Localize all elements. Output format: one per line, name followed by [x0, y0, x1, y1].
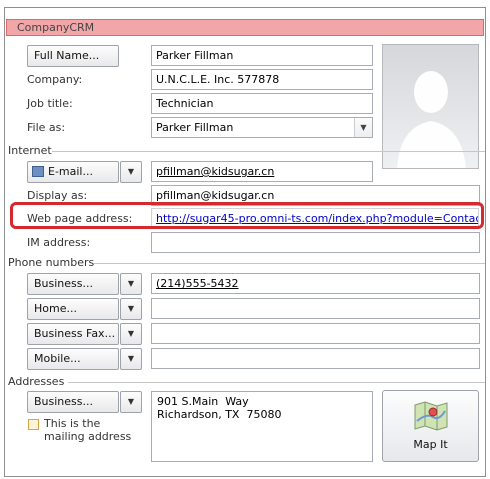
company-field[interactable]: U.N.C.L.E. Inc. 577878 — [151, 69, 373, 90]
map-icon — [414, 401, 447, 431]
phone-mobile-button[interactable]: Mobile... — [27, 348, 119, 370]
phone-home-dropdown[interactable]: ▼ — [120, 298, 142, 320]
company-label: Company: — [27, 73, 83, 86]
address-type-button[interactable]: Business... — [27, 391, 119, 413]
phone-mobile-dropdown[interactable]: ▼ — [120, 348, 142, 370]
chevron-down-icon: ▼ — [127, 279, 135, 288]
phone-business-fax-button[interactable]: Business Fax... — [27, 323, 119, 345]
file-as-value: Parker Fillman — [156, 121, 234, 134]
email-type-dropdown[interactable]: ▼ — [120, 161, 142, 183]
file-as-label: File as: — [27, 121, 66, 134]
display-as-label: Display as: — [27, 189, 88, 202]
im-address-field[interactable] — [151, 232, 480, 253]
map-it-button[interactable]: Map It — [382, 390, 479, 462]
phone-business-fax-field[interactable] — [151, 323, 480, 344]
phone-numbers-header: Phone numbers — [8, 256, 95, 269]
mailing-address-checkbox[interactable] — [28, 419, 39, 430]
phone-business-button[interactable]: Business... — [27, 273, 119, 295]
phone-divider — [94, 263, 485, 264]
email-button[interactable]: E-mail... — [27, 161, 119, 183]
mailing-address-label: This is the mailing address — [44, 417, 132, 443]
addresses-header: Addresses — [8, 375, 65, 388]
job-title-label: Job title: — [27, 97, 73, 110]
phone-business-fax-dropdown[interactable]: ▼ — [120, 323, 142, 345]
internet-header: Internet — [8, 144, 52, 157]
internet-divider — [52, 151, 485, 152]
addresses-divider — [68, 382, 485, 383]
chevron-down-icon: ▼ — [127, 304, 135, 313]
chevron-down-icon: ▼ — [127, 167, 135, 176]
chevron-down-icon: ▼ — [127, 354, 135, 363]
phone-business-dropdown[interactable]: ▼ — [120, 273, 142, 295]
job-title-field[interactable]: Technician — [151, 93, 373, 114]
im-address-label: IM address: — [27, 236, 91, 249]
phone-home-button[interactable]: Home... — [27, 298, 119, 320]
chevron-down-icon[interactable]: ▼ — [354, 118, 372, 137]
map-it-label: Map It — [413, 438, 448, 451]
chevron-down-icon: ▼ — [127, 329, 135, 338]
address-field[interactable]: 901 S.Main Way Richardson, TX 75080 — [151, 391, 373, 462]
chevron-down-icon: ▼ — [127, 397, 135, 406]
phone-business-field[interactable]: (214)555-5432 — [151, 273, 480, 294]
full-name-button[interactable]: Full Name... — [27, 45, 119, 67]
email-field[interactable]: pfillman@kidsugar.cn — [151, 161, 373, 182]
title-bar: CompanyCRM — [6, 19, 484, 36]
full-name-field[interactable]: Parker Fillman — [151, 45, 373, 66]
file-as-combo[interactable]: Parker Fillman ▼ — [151, 117, 373, 138]
address-book-icon — [32, 166, 44, 177]
phone-mobile-field[interactable] — [151, 348, 480, 369]
phone-home-field[interactable] — [151, 298, 480, 319]
web-page-highlight — [10, 202, 484, 229]
address-type-dropdown[interactable]: ▼ — [120, 391, 142, 413]
email-button-label: E-mail... — [48, 165, 93, 178]
